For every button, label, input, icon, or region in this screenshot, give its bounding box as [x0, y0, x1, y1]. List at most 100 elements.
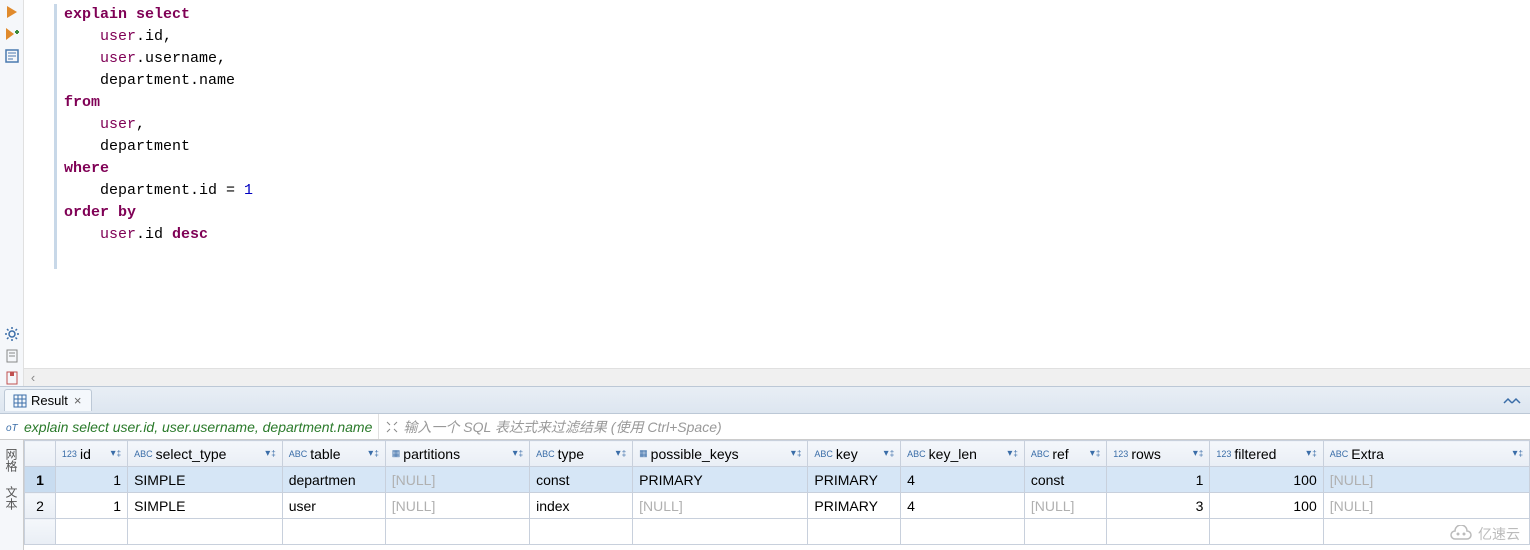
col-label: filtered [1234, 446, 1276, 462]
cell-filtered[interactable]: 100 [1210, 493, 1323, 519]
grid-icon [13, 394, 27, 408]
watermark-text: 亿速云 [1478, 524, 1520, 544]
text-type-icon: ABC [907, 449, 926, 459]
filter-sort-icon[interactable]: ▾‡ [368, 448, 378, 459]
cell-table[interactable]: departmen [282, 467, 385, 493]
col-ref[interactable]: ABCref▾‡ [1024, 441, 1106, 467]
expand-icon [385, 420, 399, 434]
chevron-up-icon[interactable] [1502, 393, 1522, 408]
cell-partitions[interactable]: [NULL] [385, 493, 529, 519]
filter-sort-icon[interactable]: ▾‡ [1513, 448, 1523, 459]
col-possible_keys[interactable]: ▦possible_keys▾‡ [633, 441, 808, 467]
cell-ref[interactable]: [NULL] [1024, 493, 1106, 519]
save-icon[interactable] [4, 370, 20, 386]
filter-sort-icon[interactable]: ▾‡ [1306, 448, 1316, 459]
cell-id[interactable]: 1 [55, 493, 127, 519]
col-select_type[interactable]: ABCselect_type▾‡ [128, 441, 283, 467]
results-grid-area: 网格 文本 123id▾‡ABCselect_type▾‡ABCtable▾‡▦… [0, 440, 1530, 550]
text-type-icon: ABC [536, 449, 555, 459]
cell-key[interactable]: PRIMARY [808, 493, 901, 519]
editor-wrap: explain select user.id, user.username, d… [24, 0, 1530, 386]
grid-type-icon: ▦ [392, 448, 401, 459]
execute-icon[interactable] [4, 4, 20, 20]
text-type-icon: ABC [134, 449, 153, 459]
filter-sort-icon[interactable]: ▾‡ [111, 448, 121, 459]
cell-key_len[interactable]: 4 [901, 493, 1025, 519]
cell-ref[interactable]: const [1024, 467, 1106, 493]
cell-rows[interactable]: 1 [1107, 467, 1210, 493]
col-partitions[interactable]: ▦partitions▾‡ [385, 441, 529, 467]
editor-hscrollbar[interactable]: ‹ [24, 368, 1530, 386]
info-bar: oT explain select user.id, user.username… [0, 414, 1530, 440]
filter-sort-icon[interactable]: ▾‡ [1090, 448, 1100, 459]
filter-sort-icon[interactable]: ▾‡ [1007, 448, 1017, 459]
col-label: Extra [1351, 446, 1384, 462]
cell-table[interactable]: user [282, 493, 385, 519]
view-tab-grid[interactable]: 网格 [1, 444, 22, 476]
col-label: type [558, 446, 584, 462]
tab-result[interactable]: Result × [4, 389, 92, 411]
cell-partitions[interactable]: [NULL] [385, 467, 529, 493]
row-header-corner [25, 441, 56, 467]
col-label: key [836, 446, 858, 462]
settings-icon[interactable] [4, 326, 20, 342]
sql-preview[interactable]: oT explain select user.id, user.username… [0, 414, 378, 439]
filter-sort-icon[interactable]: ▾‡ [1193, 448, 1203, 459]
table-row[interactable]: 11SIMPLEdepartmen[NULL]constPRIMARYPRIMA… [25, 467, 1530, 493]
col-label: key_len [929, 446, 977, 462]
script-icon[interactable] [4, 48, 20, 64]
number-type-icon: 123 [1216, 449, 1231, 459]
col-type[interactable]: ABCtype ▾‡ [530, 441, 633, 467]
tab-close-icon[interactable]: × [72, 393, 84, 408]
col-table[interactable]: ABCtable ▾‡ [282, 441, 385, 467]
col-rows[interactable]: 123rows▾‡ [1107, 441, 1210, 467]
cell-key_len[interactable]: 4 [901, 467, 1025, 493]
text-type-icon: ABC [814, 449, 833, 459]
cell-rows[interactable]: 3 [1107, 493, 1210, 519]
text-type-icon: ABC [289, 449, 308, 459]
cell-Extra[interactable]: [NULL] [1323, 493, 1529, 519]
filter-sort-icon[interactable]: ▾‡ [513, 448, 523, 459]
cell-possible_keys[interactable]: [NULL] [633, 493, 808, 519]
cell-Extra[interactable]: [NULL] [1323, 467, 1529, 493]
col-label: table [310, 446, 340, 462]
results-grid[interactable]: 123id▾‡ABCselect_type▾‡ABCtable▾‡▦partit… [24, 440, 1530, 550]
filter-input[interactable]: 输入一个 SQL 表达式来过滤结果 (使用 Ctrl+Space) [378, 414, 1530, 439]
svg-text:oT: oT [6, 423, 19, 434]
col-Extra[interactable]: ABCExtra▾‡ [1323, 441, 1529, 467]
cloud-icon [1448, 525, 1474, 543]
col-id[interactable]: 123id▾‡ [55, 441, 127, 467]
table-row[interactable]: 21SIMPLEuser[NULL]index[NULL]PRIMARY4[NU… [25, 493, 1530, 519]
col-filtered[interactable]: 123filtered ▾‡ [1210, 441, 1323, 467]
execute-new-icon[interactable] [4, 26, 20, 42]
cell-type[interactable]: const [530, 467, 633, 493]
row-number[interactable]: 1 [25, 467, 56, 493]
cell-type[interactable]: index [530, 493, 633, 519]
app-root: explain select user.id, user.username, d… [0, 0, 1530, 550]
filter-sort-icon[interactable]: ▾‡ [791, 448, 801, 459]
sql-preview-text: explain select user.id, user.username, d… [24, 419, 372, 435]
col-key_len[interactable]: ABCkey_len ▾‡ [901, 441, 1025, 467]
filter-sort-icon[interactable]: ▾‡ [884, 448, 894, 459]
cell-key[interactable]: PRIMARY [808, 467, 901, 493]
export-icon[interactable] [4, 348, 20, 364]
col-label: rows [1131, 446, 1161, 462]
cell-select_type[interactable]: SIMPLE [128, 467, 283, 493]
view-tab-text[interactable]: 文本 [1, 482, 22, 514]
filter-sort-icon[interactable]: ▾‡ [616, 448, 626, 459]
row-number[interactable]: 2 [25, 493, 56, 519]
text-type-icon: ABC [1031, 449, 1050, 459]
table-row-empty [25, 519, 1530, 545]
filter-sort-icon[interactable]: ▾‡ [265, 448, 275, 459]
tab-label: Result [31, 393, 68, 408]
sql-editor[interactable]: explain select user.id, user.username, d… [24, 0, 1530, 368]
number-type-icon: 123 [62, 449, 77, 459]
change-marker [54, 4, 57, 269]
scroll-left-icon[interactable]: ‹ [24, 369, 42, 386]
cell-possible_keys[interactable]: PRIMARY [633, 467, 808, 493]
cell-filtered[interactable]: 100 [1210, 467, 1323, 493]
col-key[interactable]: ABCkey ▾‡ [808, 441, 901, 467]
text-icon: oT [6, 420, 20, 434]
cell-id[interactable]: 1 [55, 467, 127, 493]
cell-select_type[interactable]: SIMPLE [128, 493, 283, 519]
